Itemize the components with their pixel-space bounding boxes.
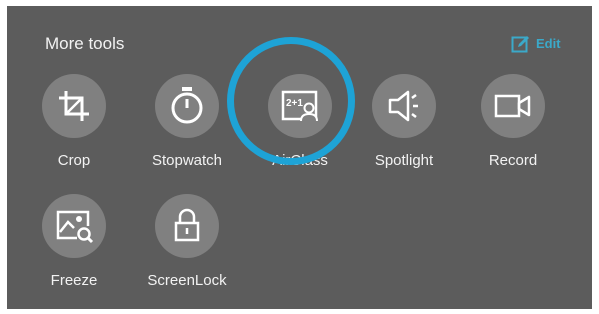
edit-icon [511,36,529,53]
tool-label: Record [488,152,538,169]
tool-spotlight[interactable]: Spotlight [354,74,454,194]
lock-icon [155,194,219,258]
spotlight-icon [372,74,436,138]
airclass-icon-text: 2+1 [286,98,303,109]
edit-button[interactable]: Edit [511,34,561,54]
tool-screenlock[interactable]: ScreenLock [137,194,237,314]
stopwatch-icon [155,74,219,138]
freeze-icon [42,194,106,258]
more-tools-panel: More tools Edit Crop Stopwatch 2+1 AirCl… [7,6,592,309]
tool-crop[interactable]: Crop [24,74,124,194]
edit-label: Edit [536,36,561,51]
tool-freeze[interactable]: Freeze [24,194,124,314]
tool-stopwatch[interactable]: Stopwatch [137,74,237,194]
tool-label: ScreenLock [147,272,227,289]
tool-airclass[interactable]: 2+1 AirClass [250,74,350,194]
crop-icon [42,74,106,138]
video-camera-icon [481,74,545,138]
airclass-icon: 2+1 [268,74,332,138]
panel-title: More tools [45,34,125,53]
tool-record[interactable]: Record [463,74,563,194]
